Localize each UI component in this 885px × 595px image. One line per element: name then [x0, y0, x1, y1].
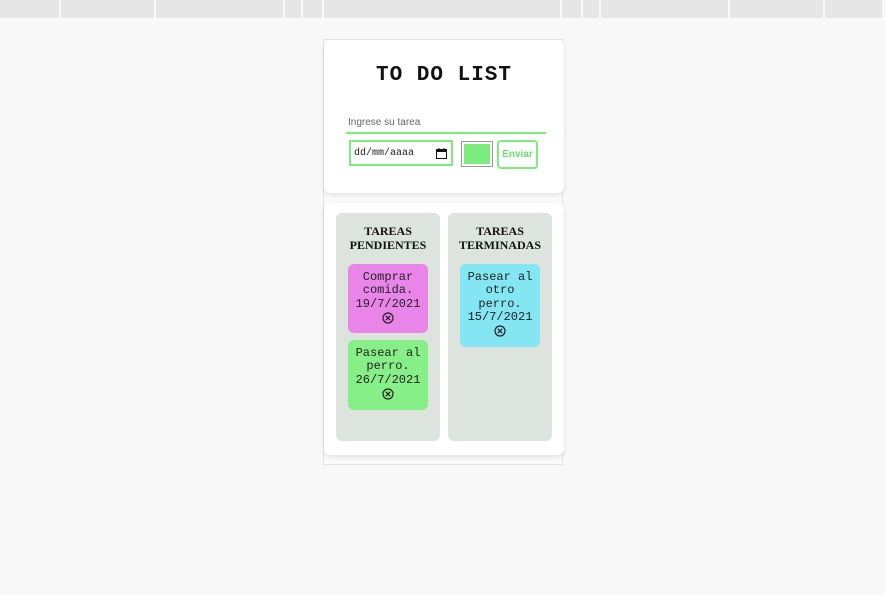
toolbar-segment	[61, 0, 154, 18]
task-text: Comprar comida.	[362, 270, 414, 298]
toolbar-segment	[601, 0, 728, 18]
circle-x-icon[interactable]	[494, 325, 506, 337]
task-date: 15/7/2021	[467, 309, 533, 324]
task-date: 26/7/2021	[355, 372, 421, 387]
task-form-card: TO DO LIST dd/mm/aaaa Enviar	[324, 40, 564, 193]
pending-column: TAREAS PENDIENTES Comprar comida. 19/7/2…	[336, 213, 440, 441]
toolbar-segment	[156, 0, 283, 18]
send-button[interactable]: Enviar	[497, 140, 538, 169]
browser-toolbar	[0, 0, 885, 18]
color-picker[interactable]	[461, 141, 493, 167]
toolbar-segment	[562, 0, 581, 18]
circle-x-icon[interactable]	[382, 312, 394, 324]
task-note[interactable]: Comprar comida. 19/7/2021	[348, 264, 428, 333]
date-placeholder: dd/mm/aaaa	[354, 147, 415, 159]
task-note[interactable]: Pasear al perro. 26/7/2021	[348, 340, 428, 410]
toolbar-segment	[0, 0, 59, 18]
date-field[interactable]: dd/mm/aaaa	[349, 140, 453, 166]
toolbar-segment	[285, 0, 301, 18]
done-column-title: TAREAS TERMINADAS	[458, 224, 541, 252]
pending-column-title: TAREAS PENDIENTES	[349, 224, 427, 252]
circle-x-icon[interactable]	[382, 388, 394, 400]
page-title: TO DO LIST	[375, 64, 513, 87]
done-column: TAREAS TERMINADAS Pasear al otro perro. …	[448, 213, 552, 441]
task-text: Pasear al perro.	[355, 346, 421, 374]
color-swatch	[464, 144, 490, 164]
toolbar-segment	[825, 0, 882, 18]
task-date: 19/7/2021	[355, 296, 421, 311]
toolbar-segment	[303, 0, 322, 18]
toolbar-segment	[730, 0, 823, 18]
todo-app: TO DO LIST dd/mm/aaaa Enviar TAREAS PEND…	[323, 39, 564, 465]
task-input[interactable]	[346, 112, 546, 134]
toolbar-segment	[583, 0, 599, 18]
calendar-icon[interactable]	[436, 148, 447, 159]
toolbar-segment	[324, 0, 560, 18]
task-note[interactable]: Pasear al otro perro. 15/7/2021	[460, 264, 540, 347]
task-lists-card: TAREAS PENDIENTES Comprar comida. 19/7/2…	[324, 203, 564, 455]
task-text: Pasear al otro perro.	[467, 270, 533, 311]
